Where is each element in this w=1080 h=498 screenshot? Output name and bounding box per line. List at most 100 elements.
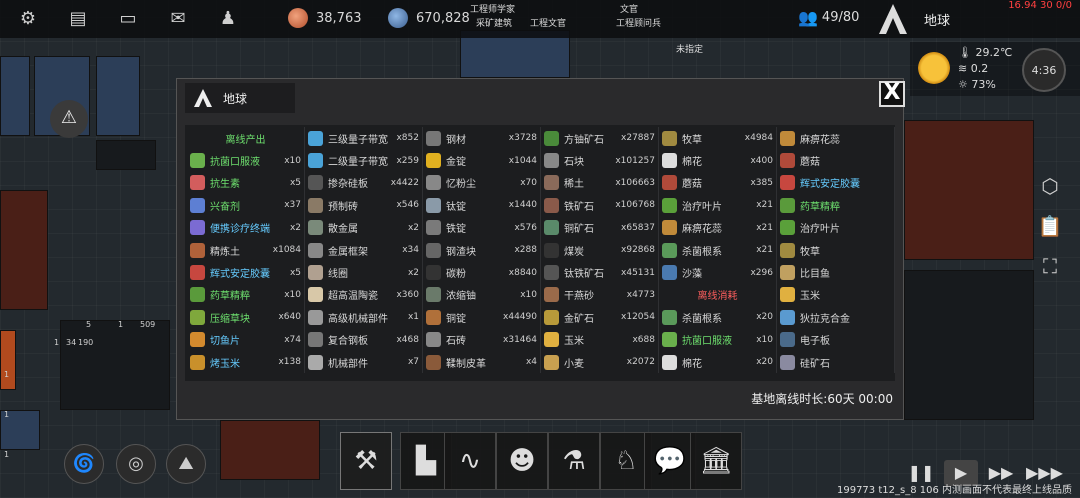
resource-item[interactable]: 鞣制皮革 x4 (423, 350, 541, 374)
resource-item[interactable]: 钢材 x3728 (423, 127, 541, 150)
resource-item[interactable]: 药草精粹 (777, 194, 895, 217)
resource-name: 压缩草块 (210, 313, 250, 325)
resource-item[interactable]: 杀菌根系 x21 (659, 238, 777, 262)
resource-item[interactable]: 压缩草块 x640 (187, 306, 305, 329)
resource-item[interactable]: 玉米 (777, 283, 895, 307)
planet-tab[interactable]: 地球 (872, 0, 982, 38)
resource-item[interactable]: 棉花 x400 (659, 149, 777, 172)
crowd-icon[interactable]: ☻ (496, 432, 548, 490)
mountain-icon[interactable]: ⛰ (166, 444, 206, 484)
resource-item[interactable]: 钢渣块 x288 (423, 238, 541, 262)
resource-item[interactable]: 复合钢板 x468 (305, 328, 423, 351)
resource-item[interactable]: 超高温陶瓷 x360 (305, 283, 423, 307)
population[interactable]: 👥 49/80 (798, 8, 859, 27)
resource-item[interactable]: 方铀矿石 x27887 (541, 127, 659, 150)
resource-count: x468 (396, 334, 419, 345)
wind: ≋ 0.2 (958, 62, 989, 75)
resource-item[interactable]: 药草精粹 x10 (187, 283, 305, 307)
resource-item[interactable]: 兴奋剂 x37 (187, 194, 305, 217)
resource-item[interactable]: 牧草 x4984 (659, 127, 777, 150)
resource-item[interactable]: 电子板 (777, 328, 895, 351)
resource-item[interactable]: 铜锭 x44490 (423, 306, 541, 329)
message-icon[interactable]: ▭ (116, 7, 140, 31)
resource-item[interactable]: 金矿石 x12054 (541, 306, 659, 329)
resource-item[interactable]: 钛铁矿石 x45131 (541, 261, 659, 284)
resource-item[interactable]: 烤玉米 x138 (187, 350, 305, 374)
resource-item[interactable]: 辉式安定胶囊 (777, 171, 895, 195)
resource-item[interactable]: 杀菌根系 x20 (659, 306, 777, 329)
resource-item[interactable]: 切鱼片 x74 (187, 328, 305, 351)
museum-icon[interactable]: 🏛 (690, 432, 742, 490)
resource-item[interactable]: 忆粉尘 x70 (423, 171, 541, 195)
resource-item[interactable]: 麻痹花蕊 x21 (659, 216, 777, 239)
close-button[interactable]: X (879, 81, 905, 107)
resource-item[interactable]: 散金属 x2 (305, 216, 423, 239)
chat-icon[interactable]: ▤ (66, 7, 90, 31)
resource-item[interactable]: 铁锭 x576 (423, 216, 541, 239)
resource-item[interactable]: 棉花 x20 (659, 350, 777, 374)
resource-item[interactable]: 比目鱼 (777, 261, 895, 284)
weather-widget[interactable]: 🌡 29.2℃ ≋ 0.2 ☼ 73% 4:36 (910, 42, 1080, 96)
resource-item[interactable]: 蘑菇 (777, 149, 895, 172)
person-icon[interactable]: ♟ (216, 7, 240, 31)
resource-name: 杀菌根系 (682, 313, 722, 325)
gear-icon[interactable]: ⚙ (16, 7, 40, 31)
resource-item[interactable]: 治疗叶片 x21 (659, 194, 777, 217)
warning-icon[interactable]: ⚠ (50, 100, 88, 138)
resource-item[interactable]: 便携诊疗终端 x2 (187, 216, 305, 239)
game-clock[interactable]: 4:36 (1022, 48, 1066, 92)
resource-name: 忆粉尘 (446, 179, 476, 191)
resource-item[interactable]: 浓缩铀 x10 (423, 283, 541, 307)
cube-icon[interactable]: ⬡ (1036, 172, 1064, 200)
resource-item[interactable]: 机械部件 x7 (305, 350, 423, 374)
resource-item[interactable]: 掺杂硅板 x4422 (305, 171, 423, 195)
resource-item[interactable]: 小麦 x2072 (541, 350, 659, 374)
resource-item[interactable]: 治疗叶片 (777, 216, 895, 239)
resource-item[interactable]: 抗菌口服液 x10 (659, 328, 777, 351)
clipboard-icon[interactable]: 📋 (1036, 212, 1064, 240)
resource-item[interactable]: 抗菌口服液 x10 (187, 149, 305, 172)
resource-item[interactable]: 煤炭 x92868 (541, 238, 659, 262)
resource-item[interactable]: 石砖 x31464 (423, 328, 541, 351)
resource-item[interactable]: 蘑菇 x385 (659, 171, 777, 195)
resource-count: x2 (407, 267, 419, 278)
resource-credits[interactable]: 670,828 (388, 8, 470, 28)
resource-item[interactable]: 抗生素 x5 (187, 171, 305, 195)
scan-icon[interactable]: ⛶ (1036, 252, 1064, 280)
resource-count: x10 (520, 289, 537, 300)
resource-item[interactable]: 三级量子带宽 x852 (305, 127, 423, 150)
resource-item[interactable]: 牧草 (777, 238, 895, 262)
resource-energy[interactable]: 38,763 (288, 8, 362, 28)
mail-icon[interactable]: ✉ (166, 7, 190, 31)
resource-item[interactable]: 辉式安定胶囊 x5 (187, 261, 305, 284)
resource-item[interactable]: 稀土 x106663 (541, 171, 659, 195)
galaxy-icon[interactable]: 🌀 (64, 444, 104, 484)
resource-item[interactable]: 玉米 x688 (541, 328, 659, 351)
resource-item[interactable]: 麻痹花蕊 (777, 127, 895, 150)
resource-name: 钢材 (446, 134, 466, 146)
resource-item[interactable]: 预制砖 x546 (305, 194, 423, 217)
resource-item[interactable]: 线圈 x2 (305, 261, 423, 284)
resource-item[interactable]: 铁矿石 x106768 (541, 194, 659, 217)
resource-item[interactable]: 沙藻 x296 (659, 261, 777, 284)
resource-item[interactable]: 碳粉 x8840 (423, 261, 541, 284)
resource-count: x296 (750, 267, 773, 278)
resource-item[interactable]: 石块 x101257 (541, 149, 659, 172)
resource-count: x74 (284, 334, 301, 345)
audio-wave-icon[interactable]: ∿ (444, 432, 496, 490)
resource-item[interactable]: 硅矿石 (777, 350, 895, 374)
resource-item[interactable]: 精炼土 x1084 (187, 238, 305, 262)
resource-item[interactable]: 干燕砂 x4773 (541, 283, 659, 307)
resource-item[interactable]: 高级机械部件 x1 (305, 306, 423, 329)
orbit-icon[interactable]: ◎ (116, 444, 156, 484)
tools-icon[interactable]: ⚒ (340, 432, 392, 490)
resource-item[interactable]: 铜矿石 x65837 (541, 216, 659, 239)
resource-item[interactable]: 钛锭 x1440 (423, 194, 541, 217)
resource-item[interactable]: 狄拉克合金 (777, 306, 895, 329)
work-tag: 采矿建筑 (476, 19, 513, 29)
resource-item[interactable]: 金属框架 x34 (305, 238, 423, 262)
flask-icon[interactable]: ⚗ (548, 432, 600, 490)
chat-bubble-icon[interactable]: 💬 (644, 432, 696, 490)
resource-item[interactable]: 二级量子带宽 x259 (305, 149, 423, 172)
resource-item[interactable]: 金锭 x1044 (423, 149, 541, 172)
